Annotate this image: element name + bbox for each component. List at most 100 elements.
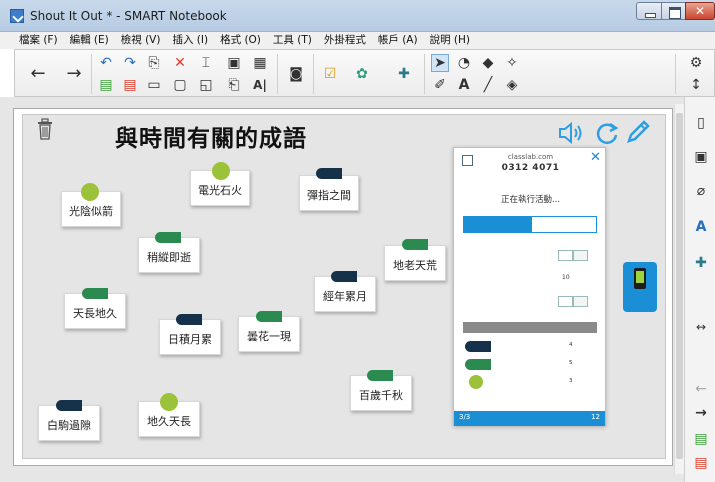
text-tool-icon[interactable]: A	[455, 76, 473, 94]
menu-format[interactable]: 格式 (O)	[220, 32, 261, 49]
marker-dot	[160, 393, 178, 411]
menu-addons[interactable]: 外掛程式	[324, 32, 366, 49]
vertical-scrollbar[interactable]	[674, 104, 684, 474]
fill-tool-icon[interactable]: ◆	[479, 54, 497, 72]
speaker-icon[interactable]	[557, 120, 587, 146]
marker-tag	[402, 239, 428, 250]
marker-tag	[465, 359, 491, 370]
eraser-tool-icon[interactable]: ◈	[503, 76, 521, 94]
menu-file[interactable]: 檔案 (F)	[19, 32, 58, 49]
pencil-edit-icon[interactable]	[624, 118, 652, 146]
shape-tool-icon[interactable]: ◔	[455, 54, 473, 72]
menu-account[interactable]: 帳戶 (A)	[378, 32, 418, 49]
menu-tools[interactable]: 工具 (T)	[273, 32, 312, 49]
response-icon[interactable]: ☑	[321, 65, 339, 83]
marker-tag	[82, 288, 108, 299]
minimize-button[interactable]	[636, 2, 662, 20]
next-page-icon[interactable]: →	[65, 65, 83, 83]
card-label: 日積月累	[168, 333, 212, 346]
open-file-icon[interactable]: ◱	[197, 76, 215, 94]
line-tool-icon[interactable]: ╱	[479, 76, 497, 94]
page-sorter-icon[interactable]: ▯	[692, 113, 710, 133]
devices-count: 12	[591, 413, 600, 421]
marker-dot	[469, 375, 483, 389]
document-camera-icon[interactable]: ◙	[287, 65, 305, 83]
card-label: 地久天長	[147, 415, 191, 428]
paste-icon[interactable]: ⎘	[145, 54, 163, 72]
next-page-icon[interactable]: →	[692, 403, 710, 423]
scrollbar-thumb[interactable]	[676, 113, 683, 459]
class-code: 0312 4071	[501, 163, 560, 173]
text-format-icon[interactable]: A|	[251, 76, 269, 94]
magic-pen-icon[interactable]: ✧	[503, 54, 521, 72]
tab-players[interactable]	[463, 216, 531, 233]
undo-icon[interactable]: ↶	[97, 54, 115, 72]
full-screen-icon[interactable]: ▢	[171, 76, 189, 94]
table-icon[interactable]: ▦	[251, 54, 269, 72]
screen-shade-icon[interactable]: ⌶	[197, 54, 215, 72]
screen-capture-icon[interactable]: ▣	[225, 54, 243, 72]
menu-edit[interactable]: 編輯 (E)	[70, 32, 109, 49]
table-row: 3	[463, 375, 597, 389]
activity-builder-icon[interactable]: ✿	[353, 65, 371, 83]
select-tool-icon[interactable]: ➤	[431, 54, 449, 72]
card-label: 彈指之間	[307, 189, 351, 202]
toolbar-position-icon[interactable]: ↕	[687, 76, 705, 94]
device-tab[interactable]	[623, 262, 657, 312]
previous-page-icon[interactable]: ←	[692, 379, 710, 399]
marker-tag	[465, 341, 491, 352]
card-label: 經年累月	[323, 290, 367, 303]
pen-tool-icon[interactable]: ✐	[431, 76, 449, 94]
delete-page-icon[interactable]: ▤	[121, 76, 139, 94]
group-count: 5	[569, 360, 573, 366]
trash-icon[interactable]	[37, 118, 53, 140]
page-title: 與時間有關的成語	[115, 126, 307, 152]
card-label: 天長地久	[73, 307, 117, 320]
addons-icon[interactable]: ✚	[692, 253, 710, 273]
panel-footer: 3/3 12	[454, 411, 605, 426]
idiom-card[interactable]: 地老天荒	[384, 245, 446, 281]
setting-toggle[interactable]	[558, 250, 588, 261]
close-button[interactable]: ✕	[685, 2, 715, 20]
menu-help[interactable]: 說明 (H)	[430, 32, 470, 49]
setting-value: 10	[562, 274, 570, 281]
card-label: 電光石火	[198, 184, 242, 197]
maximize-button[interactable]	[661, 2, 686, 20]
gallery-icon[interactable]: ▣	[692, 147, 710, 167]
menu-insert[interactable]: 插入 (I)	[172, 32, 208, 49]
addon-puzzle-icon[interactable]: ✚	[395, 65, 413, 83]
delete-page-icon[interactable]: ▤	[692, 453, 710, 473]
card-label: 地老天荒	[393, 259, 437, 272]
marker-tag	[56, 400, 82, 411]
tab-results[interactable]	[531, 216, 597, 233]
idiom-card[interactable]: 彈指之間	[299, 175, 359, 211]
activity-status: 正在執行活動...	[500, 195, 561, 205]
properties-icon[interactable]: A	[692, 217, 710, 237]
smart-notebook-app-icon	[10, 9, 24, 23]
card-label: 曇花一現	[247, 330, 291, 343]
attachments-icon[interactable]: ⌀	[692, 181, 710, 201]
paste-special-icon[interactable]: ⎗	[225, 76, 243, 94]
marker-tag	[316, 168, 342, 179]
settings-gear-icon[interactable]: ⚙	[687, 54, 705, 72]
table-row: 5	[463, 357, 597, 371]
close-icon: ✕	[694, 4, 706, 18]
setting-toggle[interactable]	[558, 296, 588, 307]
group-count: 3	[569, 378, 573, 384]
classlab-site: classlab.com	[507, 153, 554, 161]
delete-icon[interactable]: ✕	[171, 54, 189, 72]
refresh-icon[interactable]	[594, 120, 620, 146]
marker-tag	[367, 370, 393, 381]
main-toolbar: ← → ↶ ↷ ⎘ ✕ ⌶ ▣ ▦ ▤ ▤ ▭ ▢ ◱ ⎗ A| ◙ ☑ ✿ ✚…	[14, 49, 715, 97]
menu-bar: 檔案 (F) 編輯 (E) 檢視 (V) 插入 (I) 格式 (O) 工具 (T…	[0, 32, 715, 49]
add-page-icon[interactable]: ▤	[692, 429, 710, 449]
redo-icon[interactable]: ↷	[121, 54, 139, 72]
previous-page-icon[interactable]: ←	[29, 65, 47, 83]
save-icon[interactable]: ▭	[145, 76, 163, 94]
marker-tag	[176, 314, 202, 325]
menu-view[interactable]: 檢視 (V)	[121, 32, 161, 49]
resize-icon[interactable]: ↔	[692, 317, 710, 337]
groups-table-header	[463, 322, 597, 333]
table-row: 4	[463, 339, 597, 353]
add-page-icon[interactable]: ▤	[97, 76, 115, 94]
